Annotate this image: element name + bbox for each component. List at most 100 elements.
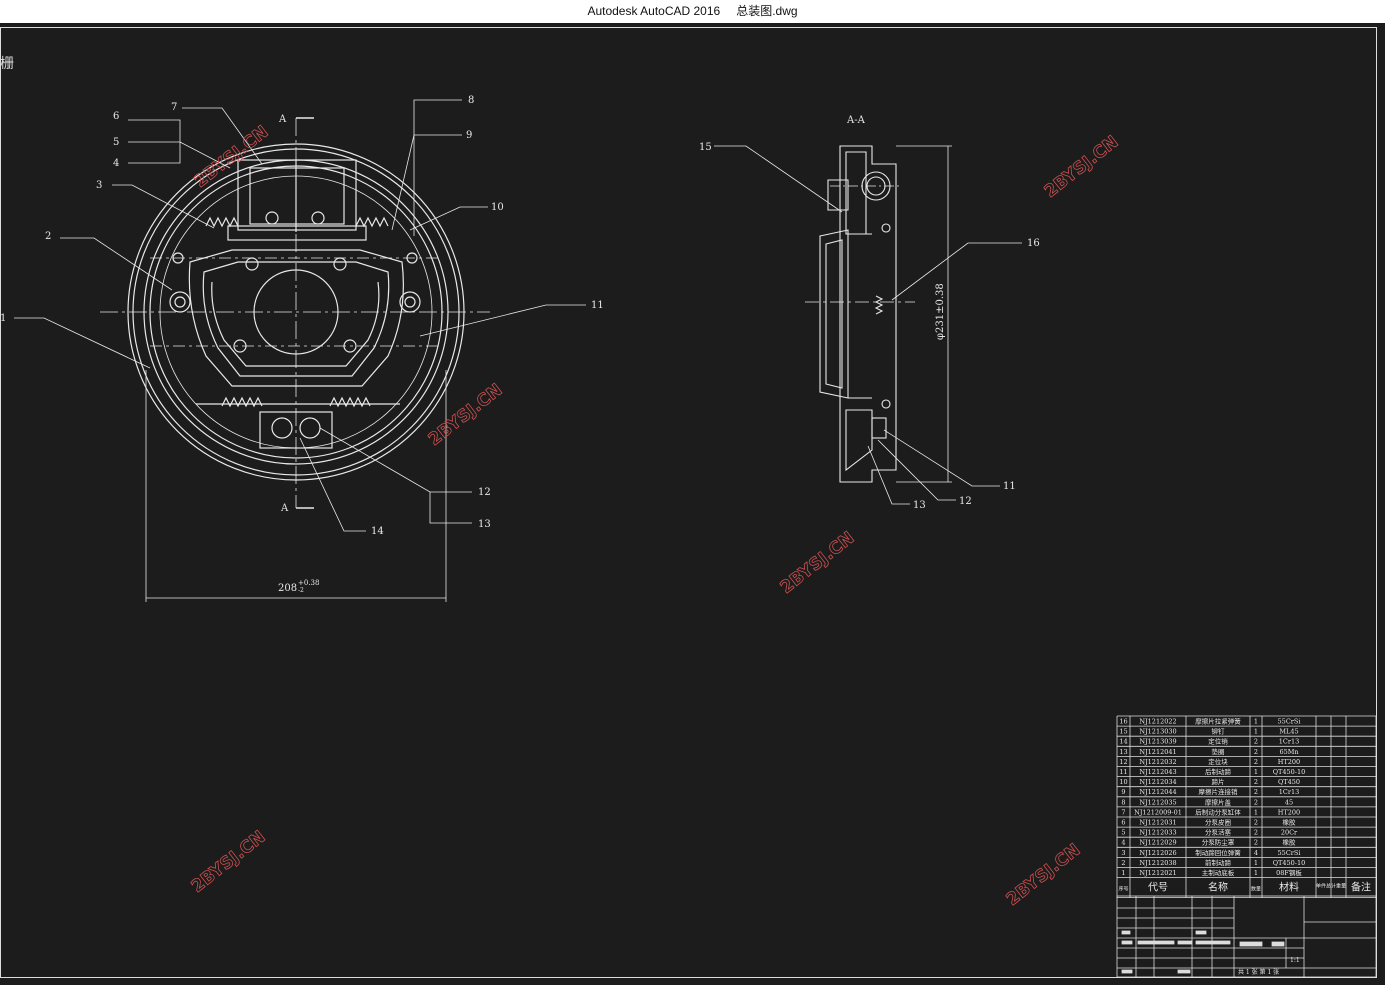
bom-cell-code: NJ1212009-01 xyxy=(1134,808,1182,816)
bom-cell-material: 55CrSi xyxy=(1278,718,1301,726)
bom-cell-name: 前制动蹄 xyxy=(1205,858,1232,867)
watermark-3: 2BYSJ.CN xyxy=(425,380,507,450)
dimension-phi231: φ231±0.38 xyxy=(935,283,946,340)
cad-drawing: 1 2 3 4 5 6 7 8 9 10 11 12 13 14 A A 208… xyxy=(0,27,1377,978)
bom-cell-code: NJ1213039 xyxy=(1139,738,1176,746)
bom-cell-code: NJ1212034 xyxy=(1139,778,1176,786)
drawing-canvas[interactable]: 栅 1 2 3 4 5 6 7 8 9 10 11 12 13 14 A A 2… xyxy=(0,23,1385,985)
bom-cell-code: NJ1212032 xyxy=(1139,758,1176,766)
bom-cell-name: 分泵皮圈 xyxy=(1205,818,1231,827)
bom-cell-name: 定位销 xyxy=(1208,737,1228,746)
bom-cell-qty: 2 xyxy=(1254,839,1258,847)
callout-11: 11 xyxy=(591,300,604,311)
section-label-top: A xyxy=(278,114,287,125)
bom-cell-material: 08F钢板 xyxy=(1276,868,1302,877)
bom-cell-code: NJ1212033 xyxy=(1139,829,1176,837)
bom-cell-code: NJ1212031 xyxy=(1139,819,1176,827)
window-title-bar: Autodesk AutoCAD 2016 总装图.dwg xyxy=(0,0,1385,23)
bom-header-qty: 数量 xyxy=(1251,886,1261,893)
bom-cell-no: 14 xyxy=(1119,738,1127,746)
bom-cell-qty: 2 xyxy=(1254,819,1258,827)
bom-cell-name: 摩擦片拉紧弹簧 xyxy=(1195,717,1241,726)
bom-header-code: 代号 xyxy=(1148,882,1168,894)
dimension-208: 208 xyxy=(278,583,297,594)
callout-2: 2 xyxy=(45,231,51,242)
callout-3: 3 xyxy=(96,180,102,191)
bom-cell-qty: 2 xyxy=(1254,758,1258,766)
bom-cell-code: NJ1212044 xyxy=(1139,788,1176,796)
bom-cell-no: 12 xyxy=(1119,758,1127,766)
callout-1: 1 xyxy=(0,313,6,324)
bom-cell-material: ML45 xyxy=(1279,728,1298,736)
bom-cell-no: 5 xyxy=(1121,829,1125,837)
bom-cell-no: 10 xyxy=(1119,778,1127,786)
dimension-208-tol: +0.38 xyxy=(298,579,319,587)
section-title: A-A xyxy=(846,115,866,126)
section-label-bottom: A xyxy=(280,503,289,514)
front-view-callouts: 1 2 3 4 5 6 7 8 9 10 11 12 13 14 A A 208… xyxy=(0,95,604,594)
bom-cell-qty: 1 xyxy=(1254,869,1258,877)
callout-12b: 12 xyxy=(959,496,972,507)
bom-cell-code: NJ1212021 xyxy=(1139,869,1176,877)
callout-9: 9 xyxy=(466,130,472,141)
bom-cell-name: 定位块 xyxy=(1208,757,1228,766)
bom-header-material: 材料 xyxy=(1279,881,1299,894)
bom-cell-no: 6 xyxy=(1121,819,1125,827)
app-title: Autodesk AutoCAD 2016 xyxy=(587,4,721,18)
callout-11b: 11 xyxy=(1003,481,1016,492)
title-block xyxy=(1116,895,1377,978)
callout-15: 15 xyxy=(699,142,712,153)
bom-cell-material: QT450-10 xyxy=(1273,859,1306,867)
scale-value: 1:1 xyxy=(1290,957,1300,964)
bom-cell-code: NJ1212041 xyxy=(1139,748,1176,756)
bom-header-remark: 备注 xyxy=(1351,881,1371,894)
file-name: 总装图.dwg xyxy=(736,4,798,18)
bom-cell-qty: 1 xyxy=(1254,728,1258,736)
bom-cell-material: 55CrSi xyxy=(1278,849,1301,857)
bom-cell-material: HT200 xyxy=(1278,758,1300,766)
bom-cell-code: NJ1213030 xyxy=(1139,728,1176,736)
bom-cell-code: NJ1212038 xyxy=(1139,859,1176,867)
bom-header-weight: 单件总计重量 xyxy=(1316,883,1346,890)
bom-cell-qty: 2 xyxy=(1254,778,1258,786)
dimension-208-tol-low: -2 xyxy=(298,587,304,594)
bom-cell-qty: 1 xyxy=(1254,768,1258,776)
bom-cell-code: NJ1212029 xyxy=(1139,839,1176,847)
bom-cell-material: 45 xyxy=(1285,798,1293,806)
bom-header-name: 名称 xyxy=(1208,881,1228,894)
bom-cell-no: 3 xyxy=(1121,849,1125,857)
callout-4: 4 xyxy=(113,158,119,169)
bom-cell-qty: 1 xyxy=(1254,718,1258,726)
callout-16: 16 xyxy=(1027,238,1040,249)
bom-cell-name: 蹄片 xyxy=(1212,777,1225,786)
bom-cell-name: 后制动蹄 xyxy=(1205,767,1232,776)
callout-12: 12 xyxy=(478,487,491,498)
callout-13: 13 xyxy=(478,519,491,530)
bom-cell-no: 15 xyxy=(1119,728,1127,736)
callout-7: 7 xyxy=(171,102,177,113)
bom-cell-qty: 2 xyxy=(1254,788,1258,796)
bom-cell-name: 制动蹄回位弹簧 xyxy=(1195,848,1241,857)
bom-cell-name: 铆钉 xyxy=(1212,727,1226,736)
bom-cell-material: 65Mn xyxy=(1279,748,1298,756)
bom-cell-qty: 2 xyxy=(1254,748,1258,756)
front-view xyxy=(14,99,586,602)
bom-cell-qty: 4 xyxy=(1254,849,1258,857)
watermark-5: 2BYSJ.CN xyxy=(188,827,270,897)
sheet-info: 共 1 张 第 1 张 xyxy=(1238,968,1279,976)
bom-cell-qty: 2 xyxy=(1254,798,1258,806)
bom-cell-name: 摩擦片连接销 xyxy=(1199,787,1239,796)
title-block-text: 1:1 共 1 张 第 1 张 xyxy=(1238,957,1300,976)
bom-cell-material: QT450 xyxy=(1278,778,1300,786)
bom-cell-no: 7 xyxy=(1121,808,1125,816)
callout-6: 6 xyxy=(113,111,119,122)
bom-cell-no: 1 xyxy=(1121,869,1125,877)
bom-cell-no: 2 xyxy=(1121,859,1125,867)
bom-cell-material: 橡胶 xyxy=(1283,818,1297,827)
bom-cell-code: NJ1212022 xyxy=(1139,718,1176,726)
bom-cell-qty: 2 xyxy=(1254,738,1258,746)
bom-cell-no: 13 xyxy=(1119,748,1127,756)
bom-cell-material: HT200 xyxy=(1278,808,1300,816)
bom-cell-material: QT450-10 xyxy=(1273,768,1306,776)
bom-cell-name: 后制动分泵缸体 xyxy=(1195,807,1241,816)
